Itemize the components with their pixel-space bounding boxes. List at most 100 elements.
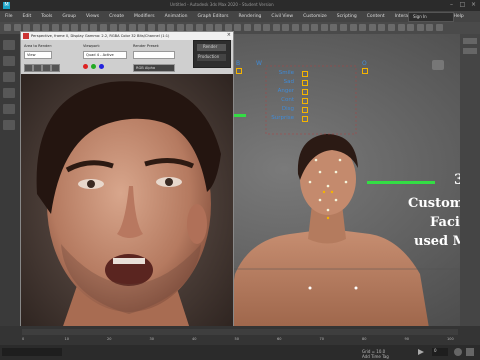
move-tool-icon[interactable] [3,56,15,66]
toolbar-tool-icon[interactable] [340,24,347,31]
toolbar-tool-icon[interactable] [90,24,98,31]
minimize-icon[interactable]: – [447,1,456,9]
link-tool-icon[interactable] [3,104,15,114]
toolbar-tool-icon[interactable] [234,24,242,31]
add-time-tag-button[interactable]: Add Time Tag [362,354,389,359]
toolbar-tool-icon[interactable] [42,24,50,31]
menu-item-views[interactable]: Views [81,14,104,19]
toolbar-tool-icon[interactable] [263,24,271,31]
toolbar-tool-icon[interactable] [4,24,11,31]
render-preset-select[interactable] [133,51,175,59]
menu-item-rendering[interactable]: Rendering [233,14,266,19]
toolbar-tool-icon[interactable] [426,24,434,31]
toolbar-tool-icon[interactable] [224,24,232,31]
menu-item-create[interactable]: Create [104,14,129,19]
toolbar-tool-icon[interactable] [71,24,79,31]
toolbar-tool-icon[interactable] [52,24,59,31]
clone-window-icon[interactable] [42,64,51,72]
area-to-render-select[interactable]: View [24,51,52,59]
control-slider-cont[interactable] [302,98,308,104]
toolbar-tool-icon[interactable] [388,24,395,31]
frame-input[interactable]: 0 [432,348,448,356]
menu-item-animation[interactable]: Animation [160,14,193,19]
print-icon[interactable] [51,64,60,72]
maximize-icon[interactable]: □ [458,1,467,9]
toolbar-tool-icon[interactable] [253,24,261,31]
toolbar-tool-icon[interactable] [186,24,194,31]
toolbar-tool-icon[interactable] [176,24,184,31]
menu-item-civil-view[interactable]: Civil View [266,14,298,19]
command-panel-tab-icon[interactable] [463,48,477,54]
toolbar-tool-icon[interactable] [330,24,338,31]
menu-item-tools[interactable]: Tools [36,14,57,19]
viewport-select[interactable]: Quad 4 - Active [83,51,127,59]
close-icon[interactable]: × [469,1,478,9]
toolbar-tool-icon[interactable] [100,24,107,31]
toolbar-tool-icon[interactable] [301,24,309,31]
green-channel-icon[interactable] [91,64,96,69]
rotate-tool-icon[interactable] [3,72,15,82]
menu-item-file[interactable]: File [0,14,18,19]
viewport-gizmo-icon[interactable] [432,60,444,70]
render-window-close-icon[interactable]: × [227,32,231,38]
toolbar-tool-icon[interactable] [32,24,40,31]
play-icon[interactable] [418,349,424,355]
command-panel-tab-icon[interactable] [463,38,477,44]
pan-icon[interactable] [466,348,474,356]
toolbar-tool-icon[interactable] [378,24,386,31]
toolbar-tool-icon[interactable] [359,24,367,31]
toolbar-tool-icon[interactable] [282,24,290,31]
toolbar-tool-icon[interactable] [272,24,280,31]
control-slider-disg[interactable] [302,107,308,113]
channel-select[interactable]: RGB Alpha [133,64,175,72]
toolbar-tool-icon[interactable] [205,24,213,31]
menu-item-scripting[interactable]: Scripting [332,14,362,19]
toolbar-tool-icon[interactable] [349,24,357,31]
red-channel-icon[interactable] [83,64,88,69]
toolbar-tool-icon[interactable] [157,24,165,31]
menu-item-edit[interactable]: Edit [18,14,37,19]
menu-item-modifiers[interactable]: Modifiers [129,14,160,19]
toolbar-tool-icon[interactable] [148,24,155,31]
save-image-icon[interactable] [24,64,33,72]
maxscript-listener[interactable] [2,348,62,356]
render-button[interactable]: Render [197,44,226,51]
toolbar-tool-icon[interactable] [138,24,146,31]
command-panel[interactable] [460,34,480,334]
menu-item-customize[interactable]: Customize [298,14,332,19]
control-slider-smile[interactable] [302,71,308,77]
rendered-frame-window[interactable]: Perspective, frame 0, Display Gamma: 2.2… [20,31,234,333]
toolbar-tool-icon[interactable] [320,24,328,31]
toolbar-tool-icon[interactable] [13,24,21,31]
menu-item-graph-editors[interactable]: Graph Editors [193,14,234,19]
toolbar-tool-icon[interactable] [436,24,443,31]
time-slider[interactable] [22,329,458,335]
toolbar-tool-icon[interactable] [368,24,376,31]
sign-in-button[interactable]: Sign In [408,12,454,22]
snap-tool-icon[interactable] [3,120,15,130]
toolbar-tool-icon[interactable] [397,24,405,31]
control-slider-anger[interactable] [302,89,308,95]
toolbar-tool-icon[interactable] [407,24,415,31]
toolbar-tool-icon[interactable] [416,24,424,31]
toolbar-tool-icon[interactable] [292,24,299,31]
toolbar-tool-icon[interactable] [128,24,136,31]
toolbar-tool-icon[interactable] [80,24,88,31]
scale-tool-icon[interactable] [3,88,15,98]
toolbar-tool-icon[interactable] [196,24,203,31]
control-slider-surprise[interactable] [302,116,308,122]
control-slider-sad[interactable] [302,80,308,86]
toolbar-tool-icon[interactable] [23,24,31,31]
toolbar-tool-icon[interactable] [244,24,251,31]
toolbar-tool-icon[interactable] [215,24,223,31]
control-slider-b[interactable] [236,68,242,74]
copy-image-icon[interactable] [33,64,42,72]
toolbar-tool-icon[interactable] [109,24,117,31]
menu-item-content[interactable]: Content [362,14,390,19]
production-select[interactable]: Production [197,54,226,61]
toolbar-tool-icon[interactable] [167,24,175,31]
select-tool-icon[interactable] [3,40,15,50]
zoom-icon[interactable] [454,348,462,356]
control-slider-o[interactable] [362,68,368,74]
blue-channel-icon[interactable] [99,64,104,69]
